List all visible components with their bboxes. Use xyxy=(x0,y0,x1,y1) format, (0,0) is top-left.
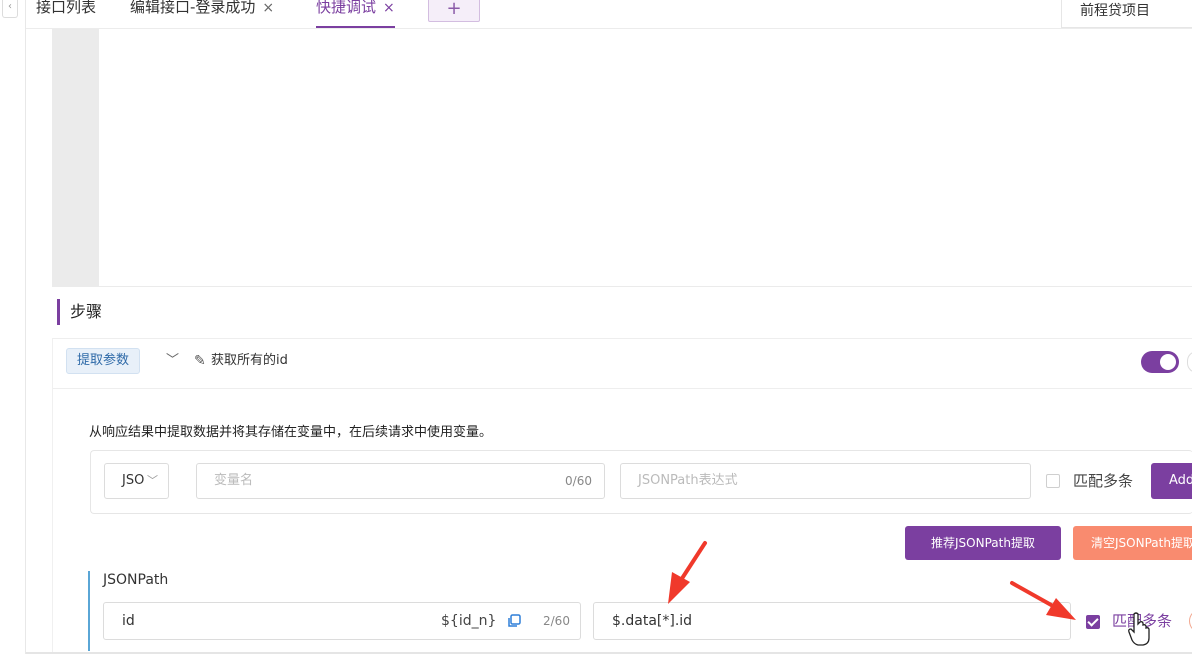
input-value: $.data[*].id xyxy=(612,613,693,629)
jsonpath-section-title: JSONPath xyxy=(103,572,169,588)
step-name[interactable]: 获取所有的id xyxy=(211,349,288,373)
extract-add-row: JSO ﹀ 变量名 0/60 JSONPath表达式 匹配多条 Add xyxy=(90,450,1192,514)
chevron-down-icon: ﹀ xyxy=(147,474,158,487)
match-multiple-label[interactable]: 匹配多条 xyxy=(1073,470,1133,491)
tab-quick-debug[interactable]: 快捷调试 × xyxy=(316,0,395,28)
extracted-expression-input[interactable]: $.data[*].id xyxy=(593,602,1071,640)
close-icon[interactable]: × xyxy=(262,0,274,16)
char-counter: 0/60 xyxy=(565,474,592,488)
collapse-icon[interactable]: ‹ xyxy=(2,0,18,18)
tab-api-list[interactable]: 接口列表 xyxy=(36,0,96,28)
app-root: ‹ 接口列表 编辑接口-登录成功 × 快捷调试 × + 前程贷项目 步骤 提取参数 … xyxy=(0,0,1192,654)
code-editor[interactable] xyxy=(52,29,1192,286)
section-accent-bar xyxy=(88,571,90,651)
chevron-down-icon[interactable]: ﹀ xyxy=(166,349,179,373)
tab-bar: 接口列表 编辑接口-登录成功 × 快捷调试 × + 前程贷项目 xyxy=(26,0,1192,30)
add-button[interactable]: Add xyxy=(1151,463,1192,499)
step-header[interactable]: 提取参数 ﹀ ✎ 获取所有的id xyxy=(53,339,1192,389)
match-multiple-label[interactable]: 匹配多条 xyxy=(1112,610,1172,631)
input-placeholder: 变量名 xyxy=(214,473,254,488)
extract-type-select[interactable]: JSO ﹀ xyxy=(104,463,169,499)
step-description: 从响应结果中提取数据并将其存储在变量中，在后续请求中使用变量。 xyxy=(89,425,493,440)
recommend-jsonpath-button[interactable]: 推荐JSONPath提取 xyxy=(905,526,1061,560)
left-rail: ‹ xyxy=(0,0,26,654)
close-icon[interactable]: × xyxy=(383,0,395,16)
tab-label: 接口列表 xyxy=(36,0,97,16)
step-more-button[interactable] xyxy=(1187,351,1192,373)
extracted-variable-input[interactable]: id ${id_n} 2/60 xyxy=(103,602,581,640)
tab-edit-api[interactable]: 编辑接口-登录成功 × xyxy=(130,0,274,28)
section-title-steps: 步骤 xyxy=(57,299,102,325)
step-enable-toggle[interactable] xyxy=(1141,351,1179,373)
editor-gutter xyxy=(52,29,99,286)
char-counter: 2/60 xyxy=(543,614,570,628)
input-value: id xyxy=(122,613,135,629)
match-multiple-checkbox[interactable] xyxy=(1046,474,1060,488)
input-placeholder: JSONPath表达式 xyxy=(638,473,738,488)
copy-icon[interactable] xyxy=(507,614,521,628)
select-value: JSO xyxy=(122,473,145,488)
variable-name-input[interactable]: 变量名 0/60 xyxy=(196,463,605,499)
tab-label: 编辑接口-登录成功 xyxy=(130,0,256,16)
variable-reference: ${id_n} xyxy=(441,613,497,629)
jsonpath-expression-input[interactable]: JSONPath表达式 xyxy=(620,463,1031,499)
add-tab-button[interactable]: + xyxy=(428,0,480,22)
divider xyxy=(52,286,1192,287)
tab-label: 快捷调试 xyxy=(316,0,377,16)
project-select[interactable]: 前程贷项目 xyxy=(1061,0,1192,28)
step-card: 提取参数 ﹀ ✎ 获取所有的id 从响应结果中提取数据并将其存储在变量中，在后续… xyxy=(52,338,1192,654)
pencil-icon[interactable]: ✎ xyxy=(194,349,206,373)
match-multiple-checkbox-checked[interactable] xyxy=(1086,615,1100,629)
step-type-tag: 提取参数 xyxy=(66,348,141,374)
editor-body[interactable] xyxy=(99,29,1192,286)
clear-jsonpath-button[interactable]: 清空JSONPath提取 xyxy=(1073,526,1192,560)
